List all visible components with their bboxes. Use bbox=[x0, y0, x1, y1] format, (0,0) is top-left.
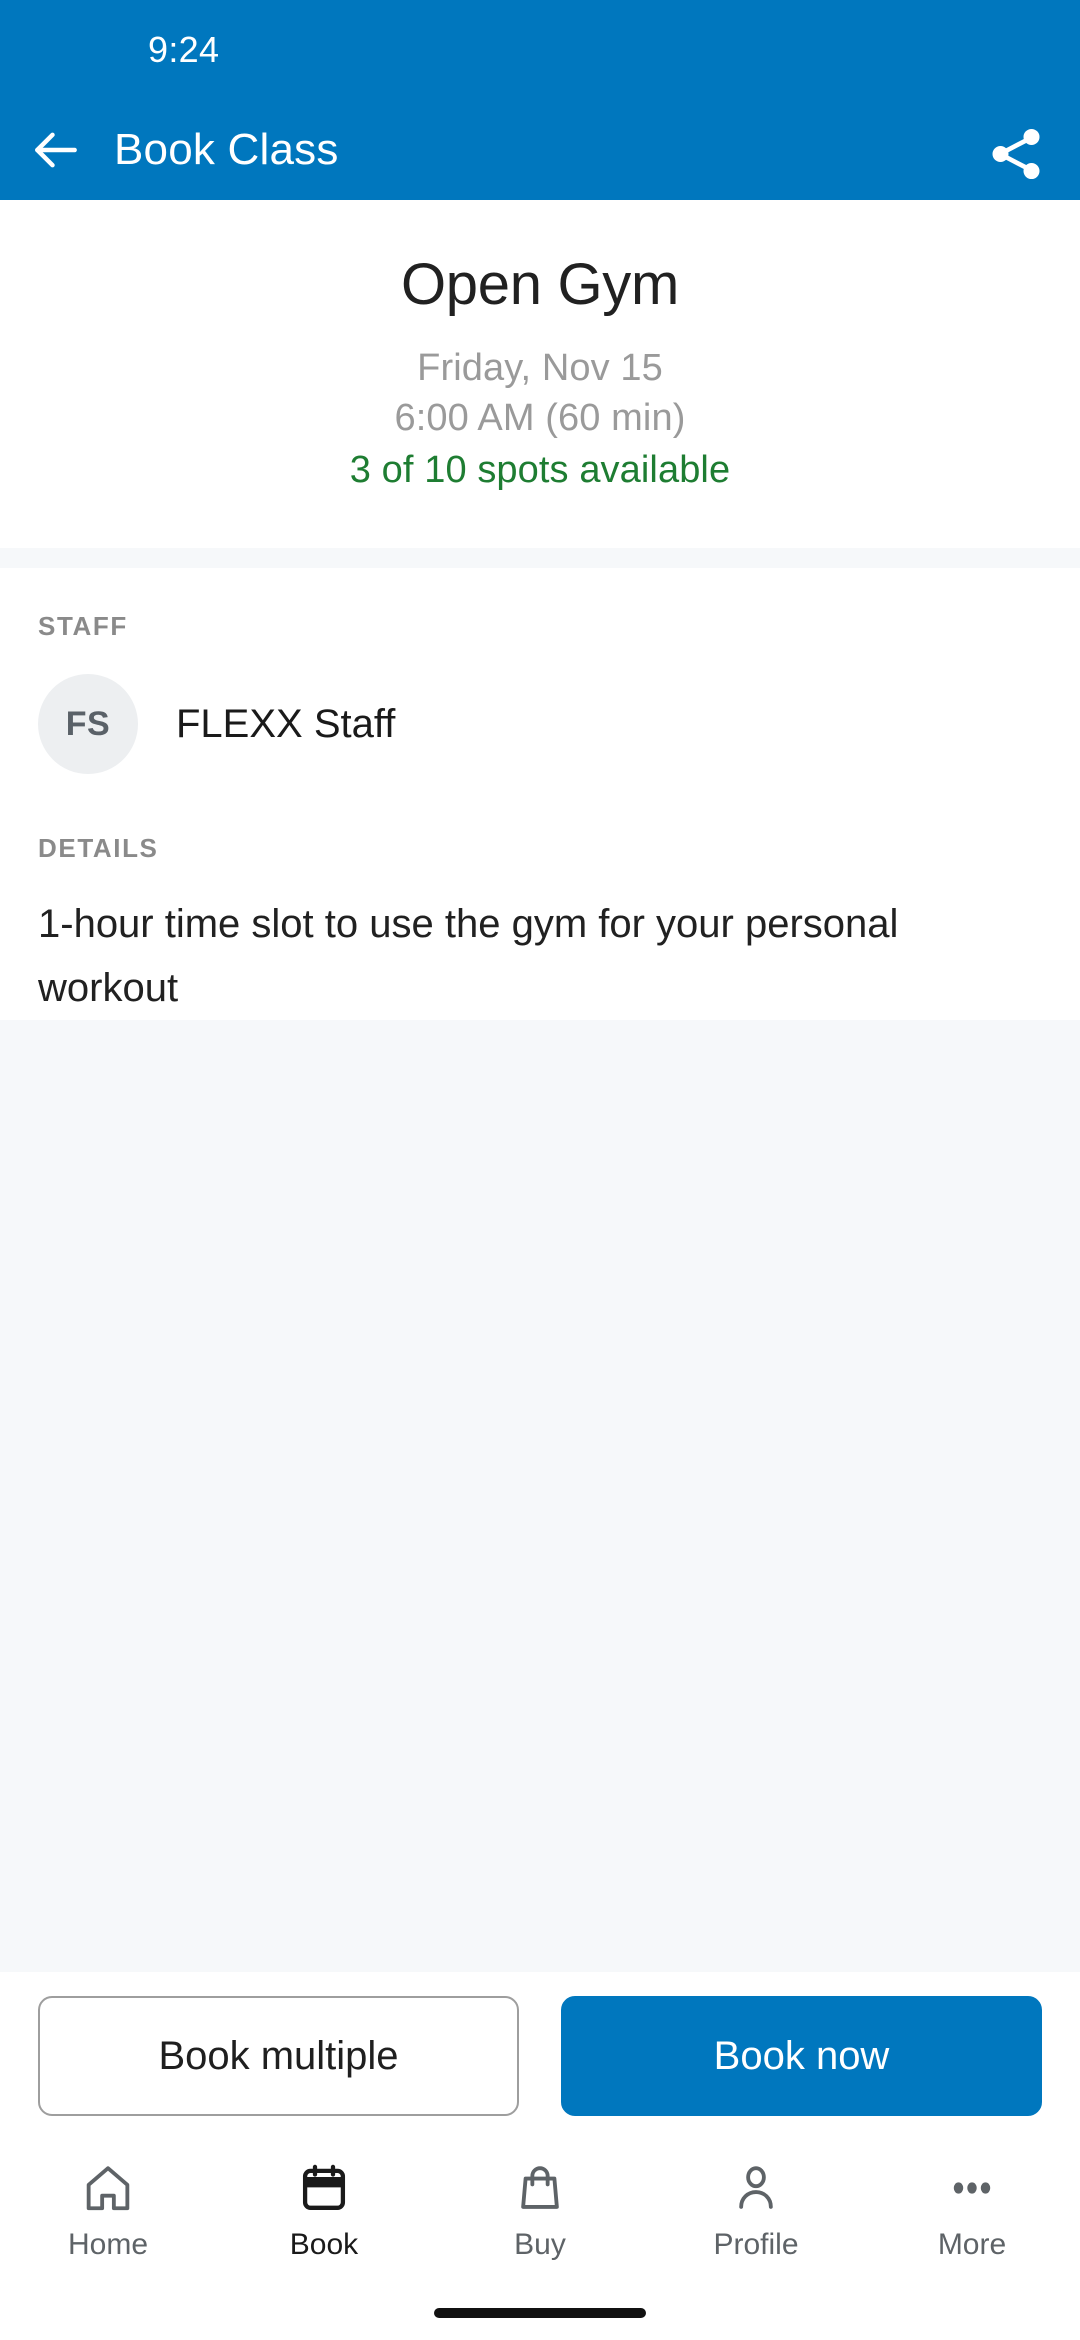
status-bar-clock: 9:24 bbox=[148, 29, 220, 70]
staff-row[interactable]: FS FLEXX Staff bbox=[38, 674, 1042, 774]
person-icon bbox=[729, 2158, 783, 2218]
nav-item-buy[interactable]: Buy bbox=[440, 2158, 640, 2262]
nav-label-book: Book bbox=[289, 2228, 359, 2261]
staff-section: STAFF FS FLEXX Staff DETAILS 1-hour time… bbox=[0, 568, 1080, 1020]
avatar: FS bbox=[38, 674, 138, 774]
content-filler bbox=[0, 1020, 1080, 1972]
book-now-button[interactable]: Book now bbox=[561, 1996, 1042, 2116]
staff-name: FLEXX Staff bbox=[176, 702, 396, 746]
action-bar: Book multiple Book now bbox=[0, 1972, 1080, 2140]
home-indicator[interactable] bbox=[434, 2308, 646, 2318]
details-text: 1-hour time slot to use the gym for your… bbox=[38, 902, 899, 1010]
shopping-bag-icon bbox=[513, 2158, 567, 2218]
ellipsis-icon bbox=[945, 2158, 999, 2218]
share-button[interactable] bbox=[980, 118, 1052, 190]
status-bar: 9:24 bbox=[0, 0, 1080, 100]
class-time: 6:00 AM (60 min) bbox=[394, 397, 686, 439]
class-name: Open Gym bbox=[400, 252, 680, 317]
nav-item-home[interactable]: Home bbox=[8, 2158, 208, 2262]
calendar-icon bbox=[297, 2158, 351, 2218]
arrow-left-icon bbox=[35, 132, 77, 168]
book-multiple-button[interactable]: Book multiple bbox=[38, 1996, 519, 2116]
class-spots-available: 3 of 10 spots available bbox=[349, 449, 731, 491]
page-title: Book Class bbox=[114, 125, 339, 174]
nav-label-buy: Buy bbox=[514, 2228, 566, 2261]
nav-item-profile[interactable]: Profile bbox=[656, 2158, 856, 2262]
app-bar: Book Class bbox=[0, 100, 1080, 200]
bottom-navigation: Home Book Buy Profile More bbox=[0, 2140, 1080, 2340]
class-date: Friday, Nov 15 bbox=[417, 347, 663, 389]
nav-label-home: Home bbox=[67, 2228, 149, 2261]
staff-section-label: STAFF bbox=[38, 611, 128, 641]
home-icon bbox=[81, 2158, 135, 2218]
share-icon bbox=[992, 128, 1040, 180]
nav-item-more[interactable]: More bbox=[872, 2158, 1072, 2262]
class-summary: Open Gym Friday, Nov 15 6:00 AM (60 min)… bbox=[0, 200, 1080, 548]
section-divider-band bbox=[0, 548, 1080, 568]
nav-label-profile: Profile bbox=[713, 2228, 799, 2261]
nav-item-book[interactable]: Book bbox=[224, 2158, 424, 2262]
avatar-initials: FS bbox=[65, 704, 111, 743]
details-section-label: DETAILS bbox=[38, 833, 159, 863]
nav-label-more: More bbox=[937, 2228, 1007, 2261]
back-button[interactable] bbox=[10, 104, 102, 196]
phone-screen: 9:24 Book Class Open Gym Friday, Nov 15 … bbox=[0, 0, 1080, 2340]
